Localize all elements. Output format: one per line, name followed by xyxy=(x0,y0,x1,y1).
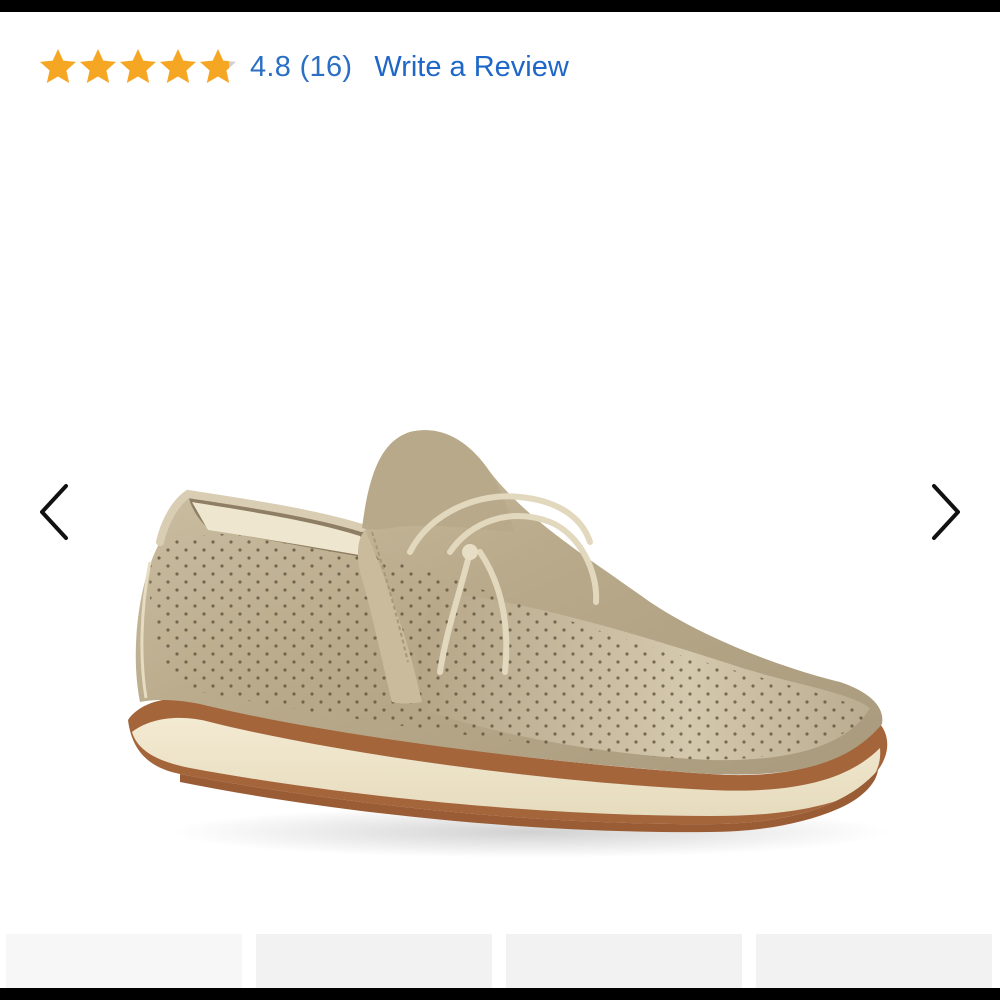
rating-row: 4.8 (16) Write a Review xyxy=(38,42,569,92)
product-page: 4.8 (16) Write a Review xyxy=(0,12,1000,988)
thumbnail-2[interactable] xyxy=(256,934,492,988)
star-rating[interactable] xyxy=(38,47,238,87)
star-icon xyxy=(160,49,196,83)
chevron-left-icon[interactable] xyxy=(34,482,74,542)
product-image-carousel xyxy=(0,342,1000,902)
chevron-right-icon[interactable] xyxy=(926,482,966,542)
thumbnail-1[interactable] xyxy=(6,934,242,988)
rating-summary[interactable]: 4.8 (16) xyxy=(250,51,352,84)
thumbnail-strip xyxy=(0,934,1000,988)
star-icon xyxy=(120,49,156,83)
star-icon xyxy=(80,49,116,83)
thumbnail-4[interactable] xyxy=(756,934,992,988)
star-icon xyxy=(40,49,76,83)
thumbnail-3[interactable] xyxy=(506,934,742,988)
shoe-image xyxy=(128,430,890,858)
star-icon xyxy=(200,49,236,83)
write-review-link[interactable]: Write a Review xyxy=(374,51,568,84)
